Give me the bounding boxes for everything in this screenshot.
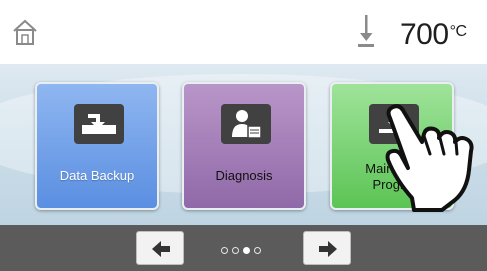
page-dot (232, 247, 239, 255)
tile-label: Data Backup (59, 168, 135, 183)
status-bar: 700°C (0, 0, 487, 65)
home-icon[interactable] (12, 18, 38, 46)
temperature-probe-icon (358, 15, 374, 47)
page-dot-active (243, 247, 250, 255)
temperature-readout: 700°C (400, 18, 467, 52)
arrow-left-icon (152, 241, 170, 257)
tile-label: Diagnosis (215, 168, 273, 183)
temperature-value: 700 (400, 18, 449, 51)
pointing-hand-icon (385, 104, 474, 212)
data-backup-icon (74, 104, 124, 144)
diagnosis-button[interactable]: Diagnosis (182, 82, 306, 210)
page-indicator (219, 242, 271, 255)
page-dot (221, 247, 228, 255)
temperature-unit: °C (449, 23, 467, 40)
page-dot (254, 247, 261, 255)
oven-touch-screen: 700°C Data Backup Diagnosis Progra (0, 0, 487, 271)
next-page-button[interactable] (303, 231, 351, 265)
pager-bar (0, 225, 487, 271)
arrow-right-icon (319, 241, 337, 257)
previous-page-button[interactable] (136, 231, 184, 265)
diagnosis-icon (221, 104, 271, 144)
data-backup-button[interactable]: Data Backup (35, 82, 159, 210)
